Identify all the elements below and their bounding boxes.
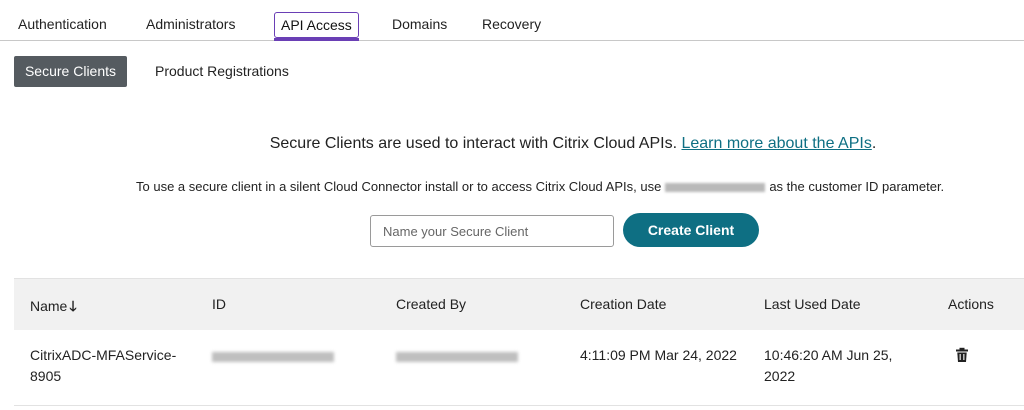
tab-administrators[interactable]: Administrators [146,12,235,38]
instructions-before: To use a secure client in a silent Cloud… [136,179,662,194]
created-by-cell [396,345,518,368]
redacted-created-by [396,352,518,362]
client-id-cell [212,345,334,368]
column-creation-date-header: Creation Date [580,296,667,312]
tab-api-access[interactable]: API Access [274,12,359,41]
subtab-secure-clients[interactable]: Secure Clients [14,56,127,87]
tab-authentication[interactable]: Authentication [18,12,107,38]
trash-icon[interactable] [955,347,969,363]
client-name-cell: CitrixADC-MFAService-8905 [30,347,177,384]
secure-clients-table: Name 🡓 ID Created By Creation Date Last U… [14,278,1024,406]
column-name-header[interactable]: Name 🡓 [30,296,77,320]
instructions-after: as the customer ID parameter. [769,179,945,194]
tab-recovery[interactable]: Recovery [482,12,541,38]
redacted-customer-id [665,183,766,193]
learn-more-link[interactable]: Learn more about the APIs [681,135,871,152]
arrow-down-icon[interactable]: 🡓 [69,296,76,320]
column-created-by-header: Created By [396,296,467,312]
column-id-header: ID [212,296,226,312]
column-actions-header: Actions [948,296,994,312]
intro-description: Secure Clients are used to interact with… [269,135,682,152]
intro-text: Secure Clients are used to interact with… [0,135,1024,153]
name-header-label: Name [30,298,68,314]
subtab-product-registrations[interactable]: Product Registrations [155,56,289,87]
creation-date-cell: 4:11:09 PM Mar 24, 2022 [580,347,737,363]
table-header: Name 🡓 ID Created By Creation Date Last U… [14,278,1024,330]
customer-id-instructions: To use a secure client in a silent Cloud… [136,179,944,194]
secure-client-name-input[interactable] [370,215,614,247]
tab-domains[interactable]: Domains [392,12,447,38]
redacted-client-id [212,352,334,362]
create-client-button[interactable]: Create Client [623,213,759,247]
last-used-cell: 10:46:20 AM Jun 25, 2022 [764,347,893,384]
table-row: CitrixADC-MFAService-8905 4:11:09 PM Mar… [14,330,1024,406]
column-last-used-header: Last Used Date [764,296,861,312]
intro-suffix: . [871,135,877,152]
top-tab-bar: Authentication Administrators API Access… [0,0,1024,41]
